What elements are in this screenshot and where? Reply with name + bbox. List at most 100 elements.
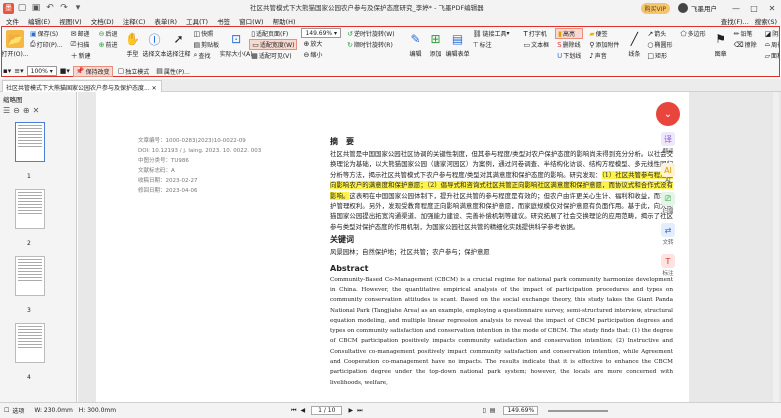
area-button[interactable]: ▱面积 <box>763 50 779 61</box>
close-tab-icon[interactable]: ✕ <box>152 85 157 92</box>
select-text-button[interactable]: Ⓘ 选择文本 <box>143 30 167 59</box>
menu-tools[interactable]: 工具(T) <box>186 16 208 26</box>
label-button[interactable]: ⊤ 标注 <box>471 39 512 50</box>
scan-button[interactable]: ⎚ 扫描 <box>69 39 93 50</box>
menu-form[interactable]: 表单(R) <box>154 16 177 26</box>
eraser-button[interactable]: ⌫ 擦除 <box>732 39 759 50</box>
edit-form-button[interactable]: ▤ 编辑表单 <box>446 30 470 58</box>
underline-button[interactable]: U 下划线 <box>555 50 583 61</box>
menu-bookmark[interactable]: 书签 <box>217 16 230 26</box>
minimize-button[interactable]: — <box>727 4 745 13</box>
menu-file[interactable]: 文件 <box>6 16 19 26</box>
fit-visible-button[interactable]: ▦ 适配可见(V) <box>249 50 297 61</box>
clipboard-button[interactable]: ▤ 剪贴板 <box>192 39 222 50</box>
line-width-icon[interactable]: ≡▾ <box>14 67 23 75</box>
undo-icon[interactable]: ↶ <box>44 3 56 13</box>
page-thumbnail[interactable] <box>15 323 45 363</box>
zoom-out-button[interactable]: ⊖ 缩小 <box>301 49 341 60</box>
sound-button[interactable]: ♪ 声音 <box>587 50 621 61</box>
find-menu[interactable]: 查找(F)... <box>721 16 749 26</box>
rotate-ccw-button[interactable]: ↺ 逆时针旋转(W) <box>345 28 397 39</box>
new-icon[interactable]: ▢ <box>16 3 28 13</box>
actual-size-button[interactable]: ⊡ 实际大小(A) <box>220 30 253 58</box>
menu-document[interactable]: 文档(D) <box>91 16 114 26</box>
perimeter-button[interactable]: ⌓周长 <box>763 39 779 50</box>
close-button[interactable]: ✕ <box>763 4 781 13</box>
page-indicator[interactable]: 1 / 10 <box>311 406 343 415</box>
scan-tool[interactable]: ⎚ 扫描 <box>661 192 675 215</box>
shadow-button[interactable]: ◪阴影 <box>763 28 779 39</box>
page-thumbnail[interactable] <box>15 189 45 229</box>
zoom-out-thumb-icon[interactable]: ⊖ <box>13 106 20 115</box>
ellipse-button[interactable]: ○ 椭圆形 <box>645 39 674 50</box>
rotate-cw-button[interactable]: ↻ 顺时针旋转(R) <box>345 39 397 50</box>
rect-button[interactable]: □ 矩形 <box>645 50 674 61</box>
menu-view[interactable]: 视图(V) <box>59 16 82 26</box>
forward-button[interactable]: ⊕ 前进 <box>97 39 120 50</box>
select-annotation-button[interactable]: ➚ 选择注释 <box>167 30 191 58</box>
zoom-in-button[interactable]: ⊕ 放大 <box>301 38 341 49</box>
document-tab[interactable]: 社区共管模式下大熊猫国家公园农户参与及保护态度... ✕ <box>2 80 162 92</box>
mail-button[interactable]: ✉ 邮递 <box>69 28 93 39</box>
prev-page-icon[interactable]: ◀ <box>301 407 306 414</box>
textbox-button[interactable]: ▭ 文本框 <box>521 39 551 50</box>
attach-file-button[interactable]: ⚲ 添加附件 <box>587 39 621 50</box>
print-button[interactable]: ⎙ 打印(P)... <box>28 39 65 50</box>
first-page-icon[interactable]: ⏮ <box>291 407 296 415</box>
find-button[interactable]: ⌕ 查找 <box>192 50 222 61</box>
maximize-button[interactable]: □ <box>745 4 763 13</box>
typewriter-button[interactable]: T 打字机 <box>521 28 551 39</box>
highlight-button[interactable]: ▮ 高亮 <box>555 28 584 39</box>
translate-tool[interactable]: 译翻译 <box>661 132 675 155</box>
fit-width-button[interactable]: ▭ 适配宽度(W) <box>249 39 298 50</box>
menu-edit[interactable]: 编辑(E) <box>28 16 50 26</box>
hand-tool-button[interactable]: ✋ 手型 <box>124 30 142 58</box>
standalone-button[interactable]: ▢ 独立模式 <box>116 66 152 77</box>
polygon-button[interactable]: ⬠ 多边形 <box>679 28 708 39</box>
next-page-icon[interactable]: ▶ <box>348 407 353 414</box>
keep-change-button[interactable]: 📌 保持改变 <box>72 65 113 77</box>
page-thumbnail[interactable] <box>15 122 45 162</box>
menu-comment[interactable]: 注释(C) <box>123 16 146 26</box>
page-thumbnail[interactable] <box>15 256 45 296</box>
vertical-scrollbar[interactable] <box>773 92 779 402</box>
ai-tool[interactable]: AI AI <box>661 163 675 184</box>
strikeout-button[interactable]: S 删除线 <box>555 39 583 50</box>
redo-icon[interactable]: ↷ <box>58 3 70 13</box>
link-tool-button[interactable]: ⛓ 链接工具 ▾ <box>471 28 512 39</box>
add-button[interactable]: ⊞ 添加 <box>427 30 445 58</box>
note-button[interactable]: ▰ 便签 <box>587 28 621 39</box>
last-page-icon[interactable]: ⏭ <box>357 407 362 415</box>
line-button[interactable]: ╱ 线条 <box>625 30 643 58</box>
select-tool-icon[interactable]: ☐ <box>4 407 9 414</box>
annotate-tool[interactable]: T 标注 <box>661 254 675 277</box>
select-label[interactable]: 选项 <box>12 406 24 415</box>
fit-page-button[interactable]: ▯ 适配页面(F) <box>249 28 297 39</box>
save-button[interactable]: ▣ 保存(S) <box>28 28 65 39</box>
back-button[interactable]: ⊖ 后退 <box>97 28 120 39</box>
pdf-page[interactable]: 文章编号：1000-0283(2023)10-0022-09 DOI: 10.1… <box>96 92 689 402</box>
avatar[interactable] <box>678 3 688 13</box>
fill-color-icon[interactable]: ■▾ <box>60 67 70 75</box>
status-zoom[interactable]: 149.69% <box>503 406 539 415</box>
user-name[interactable]: 飞墨用户 <box>691 3 717 13</box>
properties-button[interactable]: ▤ 属性(P)... <box>154 66 192 77</box>
buy-vip-button[interactable]: 购买VIP <box>640 2 670 14</box>
fab-icon[interactable]: ⌄ <box>656 102 680 126</box>
single-page-icon[interactable]: ▯ <box>482 407 485 414</box>
open-button[interactable]: 📂 打开(O)... <box>2 30 29 58</box>
color-picker-icon[interactable]: ▪▾ <box>3 67 11 75</box>
continuous-icon[interactable]: ▤ <box>490 407 496 414</box>
save-icon[interactable]: ▣ <box>30 3 42 13</box>
page-options-icon[interactable]: ☰ <box>3 106 10 115</box>
zoom-in-thumb-icon[interactable]: ⊕ <box>23 106 30 115</box>
zoom-select[interactable]: 149.69% ▾ <box>301 28 342 38</box>
customize-icon[interactable]: ▾ <box>72 3 84 13</box>
stamp-button[interactable]: ⚑ 图章 <box>712 30 730 58</box>
menu-window[interactable]: 窗口(W) <box>239 16 264 26</box>
edit-button[interactable]: ✎ 编辑 <box>407 30 425 58</box>
zoom-slider[interactable] <box>548 409 609 412</box>
search-menu[interactable]: 搜索(S) <box>755 16 777 26</box>
convert-tool[interactable]: ⇄ 文转 <box>661 223 675 246</box>
arrow-button[interactable]: ↗ 箭头 <box>645 28 674 39</box>
